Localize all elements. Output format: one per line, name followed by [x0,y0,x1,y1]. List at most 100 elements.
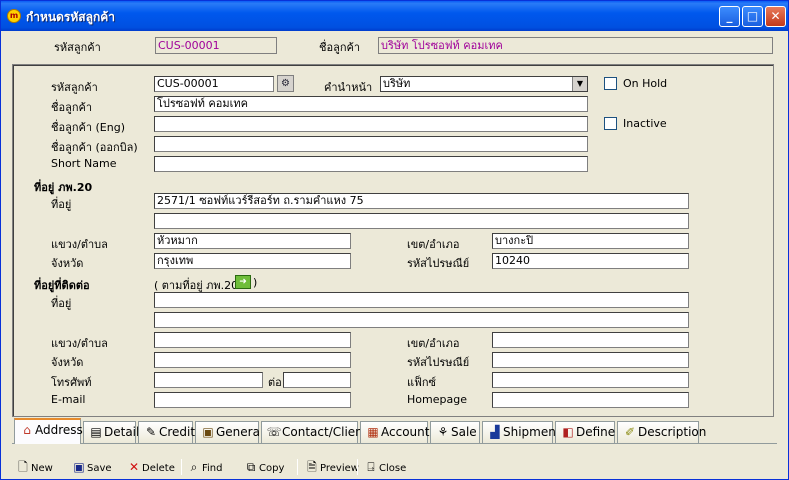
tab-description[interactable]: ✐ Description [617,421,706,443]
tab-account-label: Account [381,425,430,439]
tax-address-section-title: ที่อยู่ ภพ.20 [34,181,93,194]
code-label: รหัสลูกค้า [51,81,98,94]
copy-button-label: Copy [259,463,285,474]
prefix-select[interactable]: บริษัท ▼ [380,76,588,92]
header-code-label: รหัสลูกค้า [54,41,101,54]
title-bar[interactable]: m กำหนดรหัสลูกค้า _ □ ✕ [1,1,788,31]
new-button-label: New [31,463,53,474]
maximize-button[interactable]: □ [742,6,763,27]
name-label: ชื่อลูกค้า [51,101,93,114]
ext-input[interactable] [283,372,351,388]
find-button[interactable]: ⌕ Find [186,458,223,476]
copy-icon: ⧉ [246,460,256,474]
window-title: กำหนดรหัสลูกค้า [26,10,115,24]
copy-button[interactable]: ⧉ Copy [243,458,285,476]
fax-input[interactable] [492,372,689,388]
tax-postcode-label: รหัสไปรษณีย์ [407,257,470,270]
toolbar-separator [297,459,298,475]
contact-district-label: เขต/อำเภอ [407,337,460,350]
code-input[interactable]: CUS-00001 [154,76,274,92]
delete-button[interactable]: ✕ Delete [126,458,175,476]
short-name-input[interactable] [154,156,588,172]
tab-general-label: General [216,425,264,439]
chevron-down-icon[interactable]: ▼ [572,77,587,91]
floppy-save-icon: ▣ [73,460,85,474]
save-button[interactable]: ▣ Save [71,458,112,476]
preview-button-label: Preview [320,463,359,474]
header-code-field: CUS-00001 [155,37,277,54]
name-eng-label: ชื่อลูกค้า (Eng) [51,121,125,134]
tab-credit-label: Credit [159,425,196,439]
tab-credit[interactable]: ✎ Credit [138,421,196,443]
tax-address-line1-input[interactable]: 2571/1 ซอฟท์แวร์รีสอร์ท ถ.รามคำแหง 75 [154,193,689,209]
prefix-label: คำนำหน้า [324,81,373,94]
tab-account[interactable]: ▦ Account [360,421,430,443]
customer-code-window: m กำหนดรหัสลูกค้า _ □ ✕ รหัสลูกค้า CUS-0… [0,0,789,480]
contact-province-input[interactable] [154,352,351,368]
tax-district-label: เขต/อำเภอ [407,238,460,251]
detail-icon: ▤ [90,425,102,439]
email-label: E-mail [51,393,86,406]
contact-address-label: ที่อยู่ [51,297,72,310]
name-input[interactable]: โปรซอฟท์ คอมเทค [154,96,588,112]
tab-shipment[interactable]: ▟ Shipment [482,421,561,443]
delete-button-label: Delete [142,463,175,474]
contact-postcode-label: รหัสไปรษณีย์ [407,356,470,369]
ext-label: ต่อ [268,376,282,389]
tax-province-input[interactable]: กรุงเทพ [154,253,351,269]
new-document-icon: 🗋 [18,460,28,474]
email-input[interactable] [154,392,351,408]
tab-detail[interactable]: ▤ Detail [83,421,140,443]
preview-button[interactable]: 🗎 Preview [304,458,359,476]
contact-subdistrict-input[interactable] [154,332,351,348]
tab-contact-client[interactable]: ☏Contact/Client [261,421,367,443]
contact-postcode-input[interactable] [492,352,689,368]
minimize-button[interactable]: _ [719,6,740,27]
tab-shipment-label: Shipment [503,425,561,439]
inactive-checkbox[interactable] [604,117,617,130]
app-logo-icon: m [7,9,21,23]
save-button-label: Save [87,463,112,474]
tab-define[interactable]: ◧ Define [555,421,615,443]
tab-detail-label: Detail [104,425,140,439]
preview-icon: 🗎 [307,460,317,474]
contact-address-line2-input[interactable] [154,312,689,328]
name-bill-input[interactable] [154,136,588,152]
credit-icon: ✎ [145,425,157,439]
close-form-button[interactable]: ⍈ Close [363,458,406,476]
tax-province-label: จังหวัด [51,257,84,270]
tax-address-line2-input[interactable] [154,213,689,229]
account-icon: ▦ [367,425,379,439]
bottom-toolbar: 🗋 New ▣ Save ✕ Delete ⌕ Find ⧉ Copy 🗎 Preview … [1,456,789,478]
inactive-label: Inactive [623,117,667,130]
sale-icon: ⚘ [437,425,449,439]
tab-general[interactable]: ▣ General [195,421,263,443]
toolbar-separator [357,459,358,475]
close-form-button-label: Close [379,463,407,474]
home-icon: ⌂ [23,423,31,437]
phone-input[interactable] [154,372,263,388]
homepage-input[interactable] [492,392,689,408]
name-eng-input[interactable] [154,116,588,132]
tax-postcode-input[interactable]: 10240 [492,253,689,269]
tab-sale[interactable]: ⚘ Sale [430,421,480,443]
tab-address[interactable]: ⌂ Address [14,418,83,444]
on-hold-label: On Hold [623,77,668,90]
tab-sale-label: Sale [451,425,477,439]
on-hold-checkbox[interactable] [604,77,617,90]
lookup-customer-icon[interactable]: ⚙ [277,75,294,92]
find-icon: ⌕ [190,460,198,474]
copy-from-tax-close-label: ) [253,276,258,289]
contact-district-input[interactable] [492,332,689,348]
prefix-select-value: บริษัท [383,77,411,90]
tax-district-input[interactable]: บางกะปิ [492,233,689,249]
tab-strip-line [12,443,777,444]
contact-address-section-title: ที่อยู่ที่ติดต่อ [34,279,90,292]
new-button[interactable]: 🗋 New [15,458,53,476]
copy-address-arrow-icon[interactable]: ➜ [235,275,251,289]
contact-address-line1-input[interactable] [154,292,689,308]
close-button[interactable]: ✕ [765,6,786,27]
tax-subdistrict-input[interactable]: หัวหมาก [154,233,351,249]
tab-description-label: Description [638,425,707,439]
phone-label: โทรศัพท์ [51,376,92,389]
